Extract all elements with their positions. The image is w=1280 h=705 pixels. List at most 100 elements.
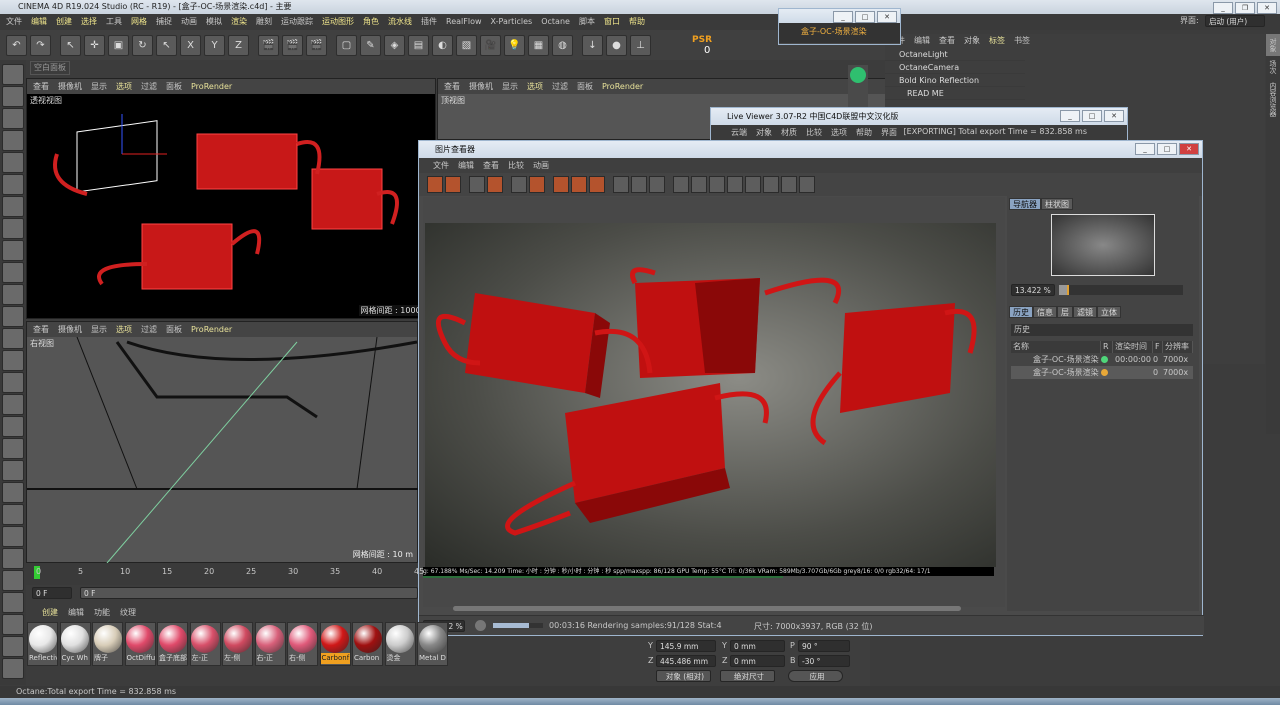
tool-icon[interactable] xyxy=(2,174,24,195)
navigator-tab[interactable]: 柱状图 xyxy=(1041,198,1073,210)
cube-button[interactable]: ▢ xyxy=(336,34,357,56)
menu-item[interactable]: 雕刻 xyxy=(256,14,272,30)
live-viewer-menu-item[interactable]: 选项 xyxy=(831,125,847,140)
object-row[interactable]: OctaneLight xyxy=(885,48,1025,61)
side-tab[interactable]: 对象 xyxy=(1266,34,1280,56)
octane-icon[interactable] xyxy=(850,67,866,83)
picture-viewer-tool-button[interactable] xyxy=(487,176,503,193)
tool-icon[interactable] xyxy=(2,372,24,393)
viewport-menu-item[interactable]: 选项 xyxy=(527,79,543,94)
tool-icon[interactable] xyxy=(2,130,24,151)
tool-icon[interactable] xyxy=(2,438,24,459)
menu-item[interactable]: 窗口 xyxy=(604,14,620,30)
material-swatch[interactable]: 右-侧 xyxy=(287,622,318,666)
menu-item[interactable]: RealFlow xyxy=(446,14,482,30)
live-viewer-menu-item[interactable]: 材质 xyxy=(781,125,797,140)
menu-item[interactable]: 插件 xyxy=(421,14,437,30)
picture-viewer-menu-item[interactable]: 查看 xyxy=(483,158,499,173)
history-column-header[interactable]: 渲染时间 xyxy=(1113,341,1153,353)
material-swatch[interactable]: Carbonf xyxy=(319,622,351,666)
x-axis-button[interactable]: X xyxy=(180,34,201,56)
viewport-menu-item[interactable]: 摄像机 xyxy=(58,79,82,94)
picture-viewer-tool-button[interactable] xyxy=(571,176,587,193)
pen-button[interactable]: ✎ xyxy=(360,34,381,56)
move-button[interactable]: ✛ xyxy=(84,34,105,56)
panel-tab[interactable]: 空白面板 xyxy=(30,61,70,75)
picture-viewer-tool-button[interactable] xyxy=(631,176,647,193)
side-tab[interactable]: 内容浏览器 xyxy=(1266,78,1280,121)
viewport-menu-item[interactable]: 摄像机 xyxy=(469,79,493,94)
picture-viewer-tool-button[interactable] xyxy=(727,176,743,193)
menu-item[interactable]: 动画 xyxy=(181,14,197,30)
tool-icon[interactable] xyxy=(2,108,24,129)
viewport-menu-item[interactable]: ProRender xyxy=(191,322,232,337)
live-viewer-menu-item[interactable]: 云端 xyxy=(731,125,747,140)
viewport-menu-item[interactable]: 过滤 xyxy=(141,79,157,94)
material-swatch[interactable]: 左-侧 xyxy=(222,622,253,666)
material-menu-item[interactable]: 功能 xyxy=(94,607,110,618)
history-column-header[interactable]: 分辨率 xyxy=(1163,341,1193,353)
picture-viewer-tool-button[interactable] xyxy=(781,176,797,193)
picture-viewer-tool-button[interactable] xyxy=(469,176,485,193)
tool-icon[interactable] xyxy=(2,306,24,327)
undo-button[interactable]: ↶ xyxy=(6,34,27,56)
menu-item[interactable]: 脚本 xyxy=(579,14,595,30)
psr-reset-button[interactable]: ● xyxy=(606,34,627,56)
picture-viewer-menu-item[interactable]: 编辑 xyxy=(458,158,474,173)
octane-live-button[interactable]: ▦ xyxy=(528,34,549,56)
history-tab[interactable]: 信息 xyxy=(1033,306,1057,318)
size-mode-select[interactable]: 绝对尺寸 xyxy=(720,670,775,682)
current-frame-field[interactable]: 0 F xyxy=(32,587,72,599)
viewport-menu-item[interactable]: ProRender xyxy=(602,79,643,94)
menu-item[interactable]: 工具 xyxy=(106,14,122,30)
menu-item[interactable]: 编辑 xyxy=(31,14,47,30)
layout-select[interactable]: 启动 (用户) xyxy=(1205,15,1265,27)
play-button[interactable] xyxy=(475,620,486,631)
picture-viewer-tool-button[interactable] xyxy=(445,176,461,193)
frame-range-slider[interactable]: 0 F xyxy=(80,587,418,599)
tool-icon[interactable] xyxy=(2,526,24,547)
picture-viewer-menu-item[interactable]: 文件 xyxy=(433,158,449,173)
tool-icon[interactable] xyxy=(2,570,24,591)
viewport-menu-item[interactable]: 查看 xyxy=(33,79,49,94)
material-swatch[interactable]: 牌子 xyxy=(92,622,123,666)
history-column-header[interactable]: F xyxy=(1153,341,1163,353)
picture-viewer-tool-button[interactable] xyxy=(613,176,629,193)
right-viewport[interactable]: 查看 摄像机 显示 选项 过滤 面板 ProRender 右视图 网格间距 : 10 m xyxy=(26,321,419,563)
tool-icon[interactable] xyxy=(2,592,24,613)
navigator-thumbnail[interactable] xyxy=(1051,214,1155,276)
object-menu-item[interactable]: 对象 xyxy=(964,34,980,48)
picture-viewer-menu-item[interactable]: 比较 xyxy=(508,158,524,173)
object-row[interactable]: OctaneCamera xyxy=(885,61,1025,74)
history-column-header[interactable]: R xyxy=(1101,341,1113,353)
menu-item[interactable]: X-Particles xyxy=(491,14,533,30)
minimize-button[interactable]: _ xyxy=(1060,110,1080,122)
position-z-field[interactable]: 445.486 mm xyxy=(656,655,716,667)
live-viewer-menu-item[interactable]: 对象 xyxy=(756,125,772,140)
minimize-button[interactable]: _ xyxy=(1213,2,1233,14)
render-view-button[interactable]: 🎬 xyxy=(258,34,279,56)
rotation-b-field[interactable]: -30 ° xyxy=(798,655,850,667)
live-viewer-menu-item[interactable]: 比较 xyxy=(806,125,822,140)
object-menu-item[interactable]: 书签 xyxy=(1014,34,1030,48)
object-row[interactable]: READ ME xyxy=(885,87,1025,100)
material-menu-item[interactable]: 编辑 xyxy=(68,607,84,618)
viewport-menu-item[interactable]: 面板 xyxy=(577,79,593,94)
material-swatch[interactable]: Metal D xyxy=(417,622,448,666)
menu-item[interactable]: 运动图形 xyxy=(322,14,354,30)
drop-button[interactable]: ↓ xyxy=(582,34,603,56)
size-z-field[interactable]: 0 mm xyxy=(730,655,785,667)
picture-viewer-tool-button[interactable] xyxy=(427,176,443,193)
history-tab[interactable]: 层 xyxy=(1057,306,1073,318)
coordinate-mode-select[interactable]: 对象 (相对) xyxy=(656,670,711,682)
navigator-zoom-field[interactable]: 13.422 % xyxy=(1011,284,1055,296)
tool-icon[interactable] xyxy=(2,636,24,657)
render-settings-button[interactable]: 🎬 xyxy=(306,34,327,56)
navigator-tab[interactable]: 导航器 xyxy=(1009,198,1041,210)
tool-icon[interactable] xyxy=(2,218,24,239)
navigator-zoom-slider[interactable] xyxy=(1059,285,1183,295)
menu-item[interactable]: 网格 xyxy=(131,14,147,30)
side-tab[interactable]: 场次 xyxy=(1266,56,1280,78)
live-viewer-menu-item[interactable]: 帮助 xyxy=(856,125,872,140)
rotate-button[interactable]: ↻ xyxy=(132,34,153,56)
